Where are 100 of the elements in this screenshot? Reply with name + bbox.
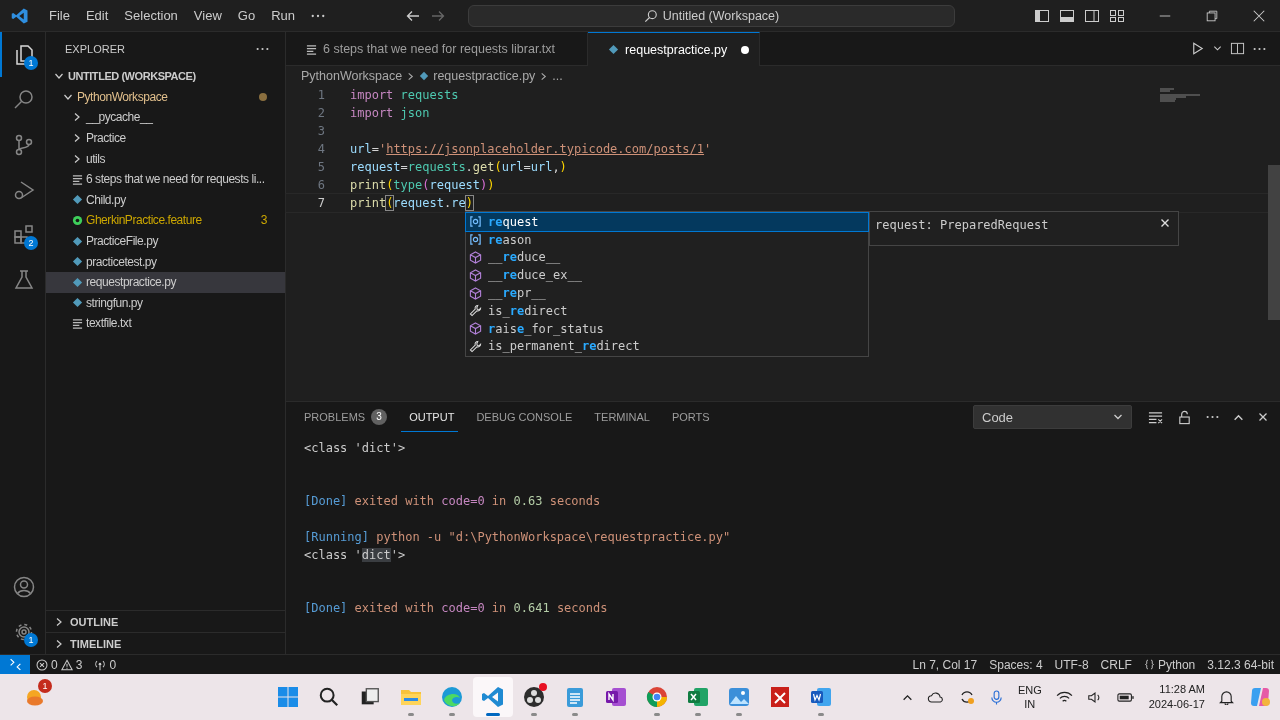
tree-item[interactable]: GherkinPractice.feature 3	[46, 210, 285, 231]
more-icon[interactable]	[1253, 46, 1266, 51]
tree-item[interactable]: textfile.txt	[46, 313, 285, 334]
modified-dot	[259, 92, 267, 101]
suggestion-item[interactable]: raise_for_status	[466, 319, 868, 338]
chevron-icon	[54, 616, 64, 627]
tree-item[interactable]: __pycache__	[46, 107, 285, 128]
clock[interactable]: 11:28 AM 2024-06-17	[1148, 682, 1205, 712]
more-icon[interactable]	[311, 13, 325, 18]
more-icon[interactable]	[1206, 415, 1219, 419]
assistant-icon[interactable]	[1248, 685, 1272, 709]
panel-tab[interactable]: PROBLEMS 3	[296, 402, 392, 432]
wrench-icon	[469, 339, 482, 353]
spreadsheet-icon	[686, 685, 710, 709]
sidebar-section[interactable]: OUTLINE	[46, 610, 285, 632]
menu-item[interactable]: Run	[263, 8, 303, 23]
breadcrumb-item[interactable]: PythonWorkspace	[301, 69, 403, 83]
unlock-icon[interactable]	[1177, 409, 1192, 425]
status-item[interactable]: 3.12.3 64-bit	[1201, 657, 1280, 672]
status-item[interactable]: Spaces: 4	[983, 657, 1049, 672]
output-line: [Done] exited with code=0 in 0.641 seconds	[304, 601, 608, 616]
remote-icon	[8, 658, 22, 671]
count-badge: 3	[371, 408, 388, 425]
clear-output-icon[interactable]	[1148, 409, 1163, 425]
line-number: 4	[316, 142, 325, 156]
search-icon	[643, 8, 658, 23]
python-file-icon	[72, 297, 83, 309]
command-center[interactable]: Untitled (Workspace)	[468, 4, 955, 27]
cube-icon	[469, 286, 482, 300]
battery-icon[interactable]	[1116, 691, 1135, 703]
problems-status[interactable]: 0 3	[30, 657, 89, 672]
panel-layout-icon[interactable]	[1059, 7, 1075, 24]
suggestion-item[interactable]: __reduce_ex__	[466, 266, 868, 285]
split-editor-icon[interactable]	[1230, 41, 1245, 56]
line-number: 7	[316, 196, 325, 210]
python-file-icon	[72, 194, 83, 206]
activity-bar-item[interactable]: 2	[0, 212, 45, 257]
breadcrumb-item[interactable]: requestpractice.py	[419, 69, 536, 83]
cloud-icon[interactable]	[926, 690, 945, 704]
status-item[interactable]: CRLF	[1094, 657, 1138, 672]
panel-tab[interactable]: PORTS	[663, 402, 714, 432]
caret-icon[interactable]	[1213, 44, 1222, 53]
menu-item[interactable]: View	[185, 8, 230, 23]
tree-item[interactable]: PracticeFile.py	[46, 230, 285, 252]
ports-status[interactable]: 0	[88, 657, 123, 672]
tree-item[interactable]: 6 steps that we need for requests li...	[46, 168, 285, 190]
more-icon[interactable]	[256, 47, 269, 51]
tree-item[interactable]: Practice	[46, 127, 285, 149]
suggestion-item[interactable]: reason	[466, 230, 868, 249]
code-line: url='https://jsonplaceholder.typicode.com/posts/1'	[350, 142, 712, 156]
tree-item[interactable]: practicetest.py	[46, 251, 285, 272]
tree-item[interactable]: stringfun.py	[46, 292, 285, 314]
split-layout-icon[interactable]	[1084, 7, 1100, 24]
menu-item[interactable]: File	[41, 8, 78, 23]
wifi-icon[interactable]	[1055, 690, 1073, 704]
tree-item[interactable]: UNTITLED (WORKSPACE)	[46, 66, 285, 87]
status-item[interactable]: Ln 7, Col 17	[906, 657, 984, 672]
close-icon[interactable]	[1160, 218, 1170, 228]
round-browser-icon	[645, 685, 669, 709]
output-line: <class 'dict'>	[304, 440, 406, 455]
editor-tab[interactable]: requestpractice.py	[588, 32, 761, 66]
close-icon[interactable]	[1258, 412, 1268, 422]
microphone-icon[interactable]	[988, 689, 1004, 705]
field-icon	[469, 215, 482, 229]
notification-badge: 1	[24, 633, 38, 647]
activity-bar-item[interactable]: 1	[0, 609, 45, 654]
weather-widget[interactable]: 1	[16, 679, 52, 715]
menu-item[interactable]: Selection	[116, 8, 186, 23]
speaker-icon[interactable]	[1086, 690, 1103, 704]
suggestion-item[interactable]: is_redirect	[466, 302, 868, 320]
status-item[interactable]: UTF-8	[1048, 657, 1095, 672]
menu-item[interactable]: Go	[229, 8, 264, 23]
suggestion-item[interactable]: request	[466, 213, 868, 231]
suggestion-item[interactable]: __reduce__	[466, 248, 868, 267]
notification-bell-icon[interactable]	[1219, 689, 1234, 705]
input-language[interactable]: ENG IN	[1017, 683, 1042, 711]
antenna-icon	[94, 658, 107, 671]
grid-layout-icon[interactable]	[1109, 7, 1125, 24]
code-line: import json	[350, 106, 430, 120]
sidebar-layout-icon[interactable]	[1034, 7, 1050, 24]
restore-icon[interactable]	[1205, 8, 1219, 23]
status-item[interactable]: Python	[1137, 657, 1202, 672]
remote-button[interactable]	[0, 655, 30, 674]
breadcrumb-item[interactable]: ...	[552, 69, 563, 83]
word-doc-icon	[809, 685, 833, 709]
panel-tab[interactable]: OUTPUT	[401, 402, 459, 432]
output-channel-select[interactable]: Code	[973, 405, 1132, 429]
suggestion-item[interactable]: is_permanent_redirect	[466, 337, 868, 356]
feature-file-icon	[72, 214, 83, 226]
menu-item[interactable]: Edit	[77, 8, 117, 23]
play-icon[interactable]	[1190, 41, 1205, 56]
tree-item[interactable]: requestpractice.py	[46, 271, 285, 293]
panel-tab[interactable]: TERMINAL	[586, 402, 654, 432]
panel-tab[interactable]: DEBUG CONSOLE	[468, 402, 577, 432]
suggestion-item[interactable]: __repr__	[466, 284, 868, 302]
tree-item[interactable]: utils	[46, 148, 285, 169]
tree-item[interactable]: Child.py	[46, 189, 285, 211]
close-icon[interactable]	[1252, 8, 1266, 23]
tree-item[interactable]: PythonWorkspace	[46, 86, 285, 108]
scrollbar[interactable]	[1268, 165, 1280, 320]
